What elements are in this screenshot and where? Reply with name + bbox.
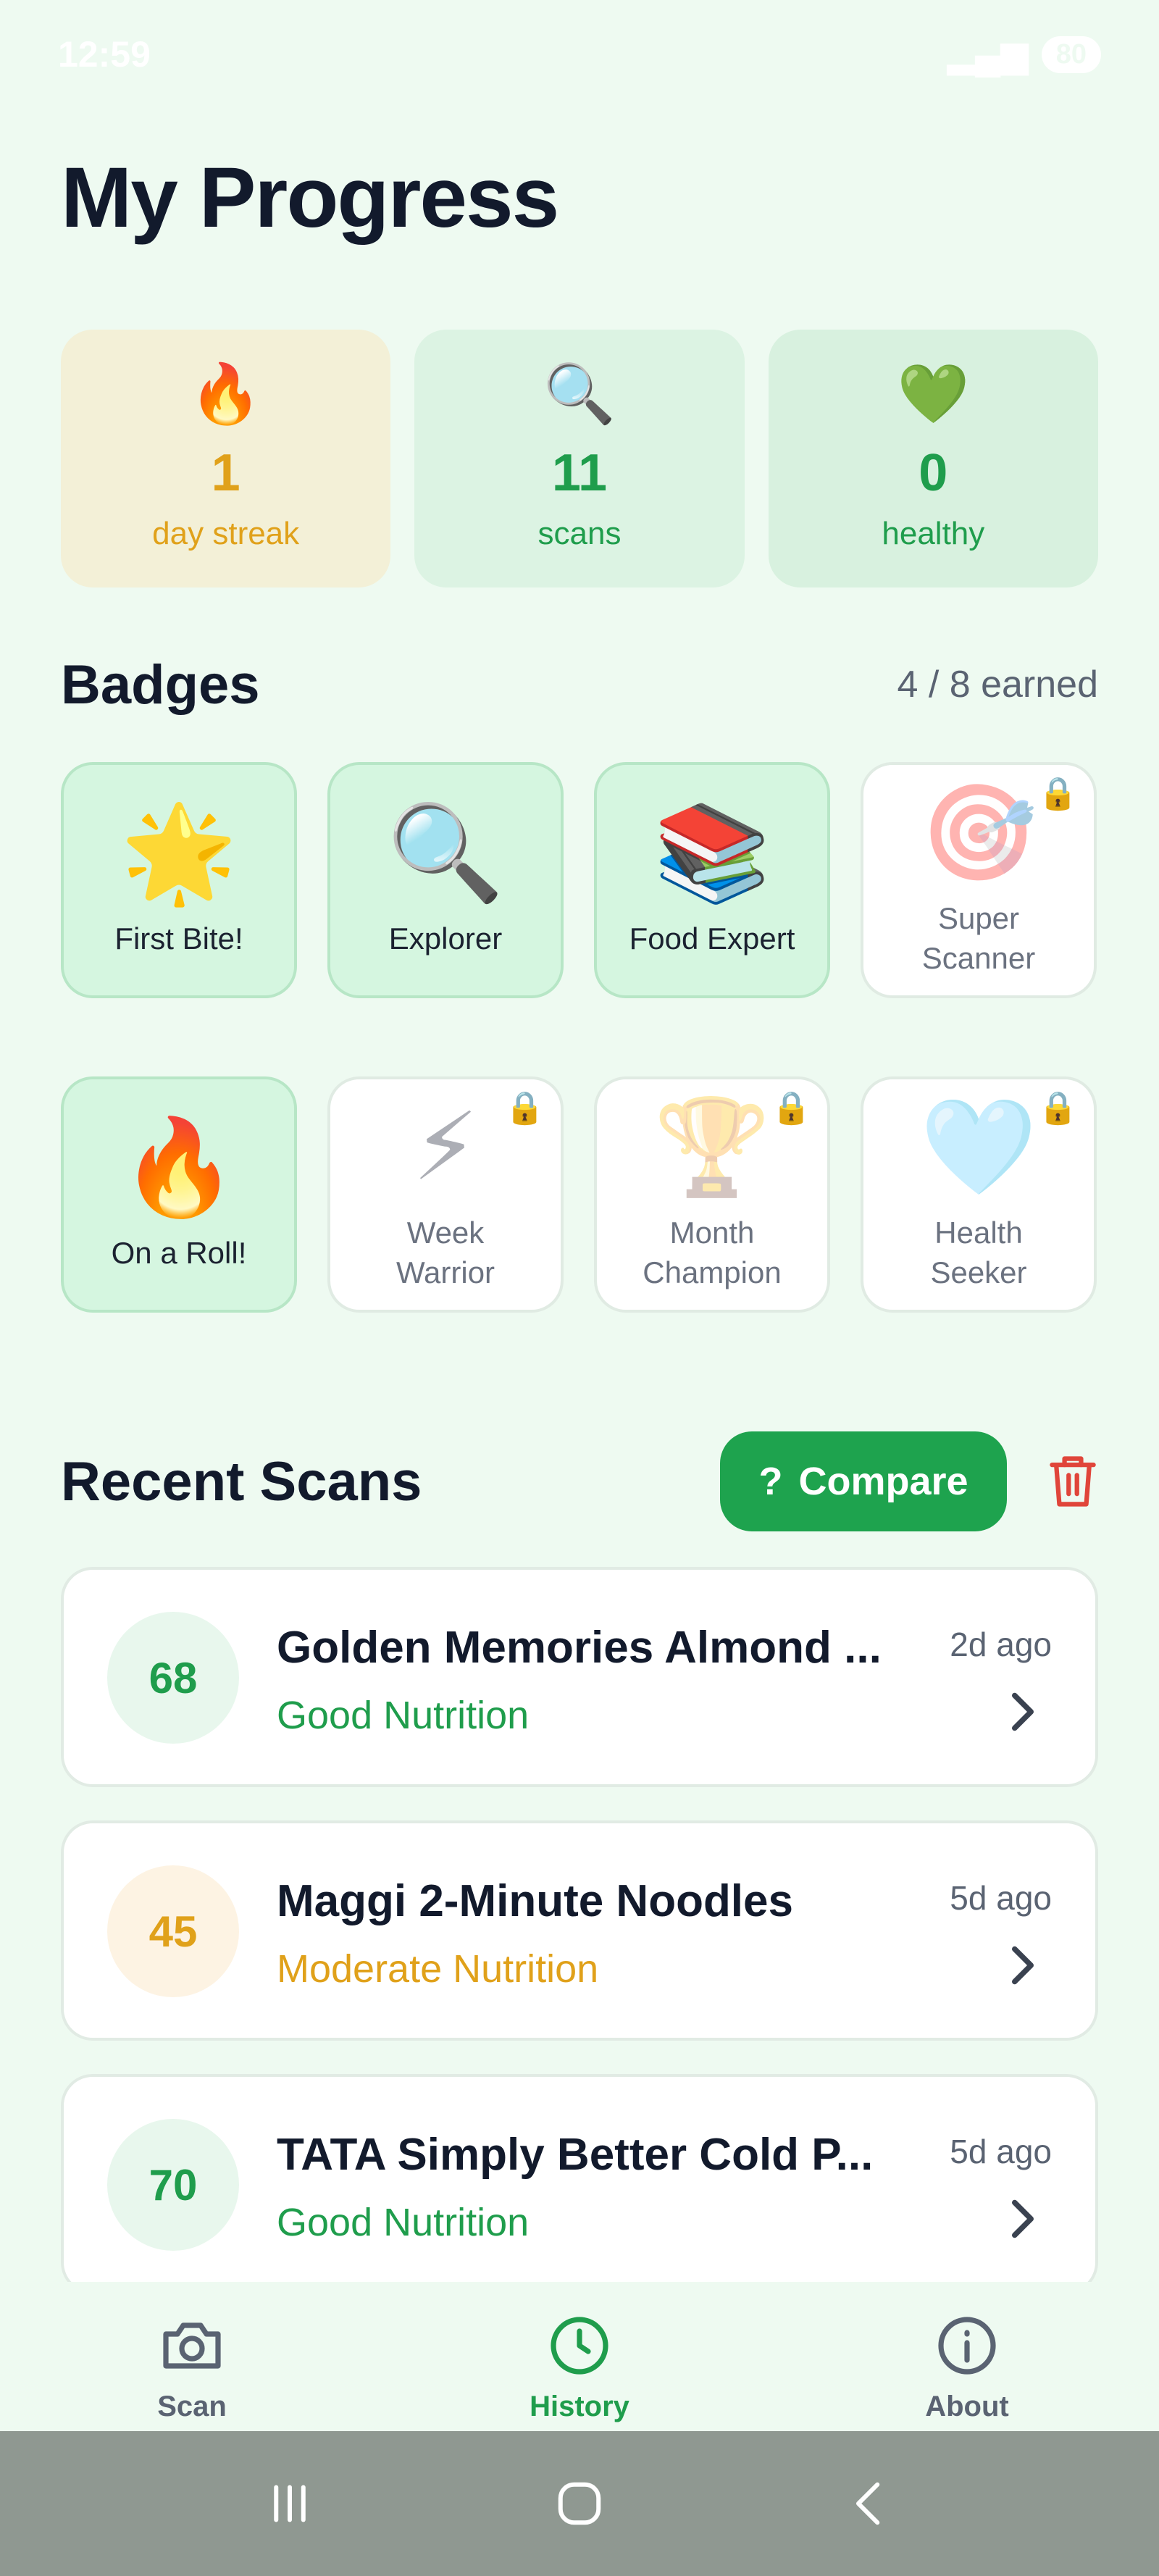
score-badge: 70 [107, 2119, 239, 2251]
score-badge: 45 [107, 1865, 239, 1997]
nutrition-rating: Good Nutrition [277, 2201, 530, 2244]
status-time: 12:59 [58, 34, 151, 75]
lock-icon: 🔒 [1038, 776, 1078, 811]
badge-health-seeker[interactable]: 🔒 🩵 Health Seeker [861, 1076, 1097, 1313]
recent-apps-icon[interactable] [257, 2471, 322, 2536]
chevron-right-icon [1012, 2199, 1034, 2238]
nav-about[interactable]: About [869, 2282, 1065, 2431]
lock-icon: 🔒 [771, 1090, 811, 1126]
lock-icon: 🔒 [1038, 1090, 1078, 1126]
badge-label: First Bite! [114, 921, 243, 955]
fire-icon: 🔥 [189, 361, 262, 426]
compare-label: Compare [798, 1460, 968, 1503]
back-icon[interactable] [837, 2471, 902, 2536]
stat-card-healthy: 💚 0 healthy [768, 330, 1098, 587]
scan-card[interactable]: 45 Maggi 2-Minute Noodles Moderate Nutri… [61, 1820, 1098, 2041]
badge-label: Month Champion [643, 1216, 782, 1289]
status-right: ▂▄▆ 80 [947, 33, 1101, 75]
stat-card-scans: 🔍 11 scans [414, 330, 745, 587]
product-name: Maggi 2-Minute Noodles [277, 1876, 793, 1926]
nav-history[interactable]: History [482, 2282, 677, 2431]
signal-icon: ▂▄▆ [947, 34, 1029, 75]
badge-month-champion[interactable]: 🔒 🏆 Month Champion [594, 1076, 830, 1313]
badges-earned-count: 4 / 8 earned [897, 664, 1098, 706]
recent-scans-title: Recent Scans [61, 1450, 422, 1513]
badge-label: Food Expert [629, 921, 795, 955]
streak-label: day streak [152, 516, 300, 551]
badge-first-bite[interactable]: 🌟 First Bite! [61, 762, 297, 998]
bottom-nav: Scan History About [0, 2282, 1159, 2431]
stat-card-streak: 🔥 1 day streak [61, 330, 391, 587]
stats-row: 🔥 1 day streak 🔍 11 scans 💚 0 healthy [61, 330, 1098, 587]
battery-indicator: 80 [1041, 35, 1101, 73]
compare-button[interactable]: ? Compare [720, 1431, 1007, 1531]
system-nav-bar [0, 2431, 1159, 2576]
badge-on-a-roll[interactable]: 🔥 On a Roll! [61, 1076, 297, 1313]
badges-title: Badges [61, 653, 260, 716]
badges-grid: 🌟 First Bite! 🔍 Explorer 📚 Food Expert 🔒… [61, 762, 1098, 1313]
healthy-value: 0 [919, 444, 948, 502]
question-icon: ? [758, 1460, 783, 1503]
badge-super-scanner[interactable]: 🔒 🎯 Super Scanner [861, 762, 1097, 998]
recent-scans-list: 68 Golden Memories Almond ... Good Nutri… [61, 1567, 1098, 2291]
nav-label: Scan [157, 2391, 227, 2422]
scans-value: 11 [551, 444, 608, 502]
product-name: TATA Simply Better Cold P... [277, 2130, 874, 2180]
score-badge: 68 [107, 1612, 239, 1744]
nav-scan[interactable]: Scan [94, 2282, 290, 2431]
lightning-icon: ⚡ [412, 1094, 479, 1200]
magnifier-icon: 🔍 [543, 361, 616, 426]
badge-label: Super Scanner [921, 901, 1036, 975]
nav-label: About [925, 2391, 1009, 2422]
glowing-star-icon: 🌟 [120, 799, 238, 906]
trash-icon[interactable] [1047, 1452, 1098, 1510]
scan-time: 2d ago [950, 1626, 1052, 1663]
scan-time: 5d ago [950, 2133, 1052, 2170]
scan-card[interactable]: 68 Golden Memories Almond ... Good Nutri… [61, 1567, 1098, 1787]
clock-icon [551, 2317, 608, 2375]
magnifier-icon: 🔍 [387, 799, 504, 906]
badge-label: Week Warrior [396, 1216, 495, 1289]
home-icon[interactable] [547, 2471, 612, 2536]
badges-header: Badges 4 / 8 earned [61, 645, 1098, 724]
info-icon [938, 2317, 996, 2375]
streak-value: 1 [211, 444, 240, 502]
books-icon: 📚 [653, 799, 771, 906]
scans-label: scans [537, 516, 622, 551]
chevron-right-icon [1012, 1946, 1034, 1985]
recent-scans-header: Recent Scans ? Compare [61, 1431, 1098, 1532]
scan-card[interactable]: 70 TATA Simply Better Cold P... Good Nut… [61, 2074, 1098, 2291]
badge-food-expert[interactable]: 📚 Food Expert [594, 762, 830, 998]
badge-label: Explorer [388, 921, 503, 955]
scan-time: 5d ago [950, 1879, 1052, 1917]
nutrition-rating: Moderate Nutrition [277, 1947, 599, 1991]
heart-icon: 🩵 [920, 1094, 1037, 1200]
status-bar: 12:59 ▂▄▆ 80 [0, 0, 1159, 109]
healthy-label: healthy [882, 516, 985, 551]
fire-icon: 🔥 [120, 1113, 238, 1220]
lock-icon: 🔒 [505, 1090, 545, 1126]
badge-explorer[interactable]: 🔍 Explorer [327, 762, 564, 998]
chevron-right-icon [1012, 1692, 1034, 1731]
nutrition-rating: Good Nutrition [277, 1694, 530, 1737]
badge-week-warrior[interactable]: 🔒 ⚡ Week Warrior [327, 1076, 564, 1313]
nav-label: History [530, 2391, 629, 2422]
product-name: Golden Memories Almond ... [277, 1623, 882, 1673]
green-heart-icon: 💚 [897, 361, 970, 426]
trophy-icon: 🏆 [653, 1094, 771, 1200]
recent-actions: ? Compare [720, 1431, 1098, 1531]
camera-icon [163, 2322, 221, 2369]
target-icon: 🎯 [920, 779, 1037, 886]
badge-label: Health Seeker [930, 1216, 1027, 1289]
page-title: My Progress [61, 150, 559, 246]
badge-label: On a Roll! [111, 1235, 247, 1270]
